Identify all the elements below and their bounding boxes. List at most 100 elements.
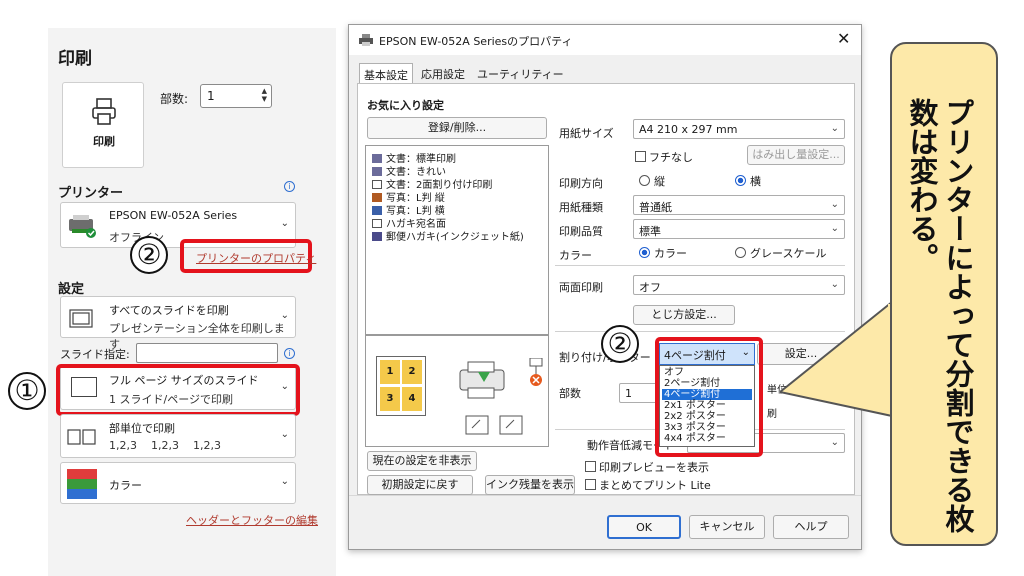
color-swatch-icon — [67, 469, 97, 499]
printer-icon — [359, 34, 373, 46]
layout-option[interactable]: 2x2 ポスター — [662, 411, 752, 422]
dialog-title: EPSON EW-052A Seriesのプロパティ — [379, 35, 573, 48]
overflow-settings-button[interactable]: はみ出し量設定... — [747, 145, 845, 165]
duplex-value: オフ — [639, 281, 661, 294]
postcard-icon — [372, 219, 382, 228]
collate-icon — [67, 429, 96, 445]
settings-header: 設定 — [58, 282, 85, 297]
slide-spec-label: スライド指定: — [60, 348, 130, 361]
color-label: カラー — [109, 479, 142, 492]
color-radio[interactable]: カラー — [639, 245, 687, 261]
close-icon[interactable]: ✕ — [837, 29, 850, 48]
step-marker-1: ① — [8, 372, 46, 410]
slides-icon — [69, 309, 93, 328]
tab-advanced[interactable]: 応用設定 — [417, 63, 469, 83]
orientation-label: 印刷方向 — [559, 177, 603, 190]
print-lite-checkbox[interactable]: まとめてプリント Lite — [585, 477, 711, 493]
layout-highlight — [56, 364, 300, 416]
preview-sheet: 1 2 3 4 — [376, 356, 426, 416]
info-icon[interactable]: i — [284, 181, 295, 192]
preview-page: 4 — [402, 387, 422, 411]
tab-utility[interactable]: ユーティリティー — [473, 63, 568, 83]
print-preview-checkbox[interactable]: 印刷プレビューを表示 — [585, 459, 709, 475]
hide-settings-button[interactable]: 現在の設定を非表示 — [367, 451, 477, 471]
radio-selected-icon — [735, 175, 746, 186]
collate-title: 部単位で印刷 — [109, 422, 175, 435]
layout-option[interactable]: 2ページ割付 — [662, 378, 752, 389]
paper-type-label: 用紙種類 — [559, 201, 603, 214]
duplex-select[interactable]: オフ ⌄ — [633, 275, 845, 295]
chevron-down-icon: ⌄ — [830, 199, 839, 210]
spinner-icon[interactable]: ▲ ▼ — [262, 87, 267, 103]
slide-range-select[interactable]: すべてのスライドを印刷 プレゼンテーション全体を印刷します ⌄ — [60, 296, 296, 351]
ink-levels-button[interactable]: インク残量を表示 — [485, 475, 575, 495]
print-pane-title: 印刷 — [58, 49, 92, 69]
layout-option[interactable]: 3x3 ポスター — [662, 422, 752, 433]
two-up-icon — [372, 180, 382, 189]
cancel-button[interactable]: キャンセル — [689, 515, 765, 539]
slide-range-title: すべてのスライドを印刷 — [109, 304, 229, 317]
reset-defaults-button[interactable]: 初期設定に戻す — [367, 475, 473, 495]
callout-text: プリンターによって分割できる枚数は変わる。 — [905, 98, 975, 533]
chevron-down-icon: ⌄ — [280, 218, 289, 229]
chevron-down-icon: ⌄ — [280, 476, 289, 487]
register-delete-button[interactable]: 登録/削除... — [367, 117, 547, 139]
orientation-landscape-radio[interactable]: 横 — [735, 173, 761, 189]
collate-desc: 1,2,3 1,2,3 1,2,3 — [109, 439, 221, 452]
layout-option-selected[interactable]: 4ページ割付 — [662, 389, 752, 400]
paper-type-value: 普通紙 — [639, 201, 672, 214]
checkbox-icon — [585, 479, 596, 490]
tab-basic[interactable]: 基本設定 — [359, 63, 413, 83]
photo-icon — [372, 193, 382, 202]
help-button[interactable]: ヘルプ — [773, 515, 849, 539]
document-icon — [372, 154, 382, 163]
chevron-down-icon: ⌄ — [280, 429, 289, 440]
callout-pointer — [780, 300, 892, 418]
preview-page: 1 — [380, 360, 400, 384]
divider — [555, 265, 845, 266]
printer-icon — [92, 98, 116, 125]
step-marker-2-dialog: ② — [601, 325, 639, 363]
radio-icon — [639, 175, 650, 186]
favorites-label: お気に入り設定 — [367, 99, 444, 112]
printer-header: プリンター — [58, 186, 124, 201]
layout-option[interactable]: オフ — [662, 367, 752, 378]
collate-select[interactable]: 部単位で印刷 1,2,3 1,2,3 1,2,3 ⌄ — [60, 414, 296, 458]
callout-box: プリンターによって分割できる枚数は変わる。 — [890, 42, 998, 546]
list-item[interactable]: 郵便ハガキ(インクジェット紙) — [372, 228, 524, 243]
copies-input[interactable]: 1 ▲ ▼ — [200, 84, 272, 108]
layout-poster-select[interactable]: 4ページ割付 ⌄ — [659, 343, 755, 365]
paper-size-label: 用紙サイズ — [559, 127, 614, 140]
layout-option[interactable]: 4x4 ポスター — [662, 433, 752, 444]
quality-select[interactable]: 標準 ⌄ — [633, 219, 845, 239]
binding-settings-button[interactable]: とじ方設定... — [633, 305, 735, 325]
layout-option[interactable]: 2x1 ポスター — [662, 400, 752, 411]
chevron-down-icon: ⌄ — [830, 437, 839, 448]
layout-preview: 1 2 3 4 — [365, 335, 549, 447]
copies-value: 1 — [207, 89, 215, 103]
favorites-list[interactable]: 文書：標準印刷 文書：きれい 文書：2面割り付け印刷 写真：L判 縦 写真：L判… — [365, 145, 549, 335]
checkbox-icon — [635, 151, 646, 162]
chevron-down-icon: ⌄ — [280, 310, 289, 321]
paper-size-select[interactable]: A4 210 x 297 mm ⌄ — [633, 119, 845, 139]
slide-spec-input[interactable] — [136, 343, 278, 363]
grayscale-radio[interactable]: グレースケール — [735, 245, 826, 261]
orientation-portrait-radio[interactable]: 縦 — [639, 173, 665, 189]
info-icon[interactable]: i — [284, 348, 295, 359]
reverse-checkbox-label: 刷 — [767, 409, 777, 420]
printer-properties-link[interactable]: プリンターのプロパティ — [196, 250, 316, 266]
print-button[interactable]: 印刷 — [62, 82, 144, 168]
ok-button[interactable]: OK — [607, 515, 681, 539]
color-select[interactable]: カラー ⌄ — [60, 462, 296, 504]
chevron-down-icon: ⌄ — [830, 279, 839, 290]
radio-selected-icon — [639, 247, 650, 258]
dialog-titlebar: EPSON EW-052A Seriesのプロパティ ✕ — [349, 25, 861, 55]
paper-type-select[interactable]: 普通紙 ⌄ — [633, 195, 845, 215]
blocked-icon — [529, 358, 543, 386]
layout-options-list[interactable]: オフ 2ページ割付 4ページ割付 2x1 ポスター 2x2 ポスター 3x3 ポ… — [659, 365, 755, 447]
postcard-icon — [372, 232, 382, 241]
dialog-copies-label: 部数 — [559, 387, 581, 400]
header-footer-link[interactable]: ヘッダーとフッターの編集 — [186, 512, 318, 528]
chevron-down-icon: ⌄ — [741, 347, 750, 358]
borderless-checkbox[interactable]: フチなし — [635, 149, 693, 165]
